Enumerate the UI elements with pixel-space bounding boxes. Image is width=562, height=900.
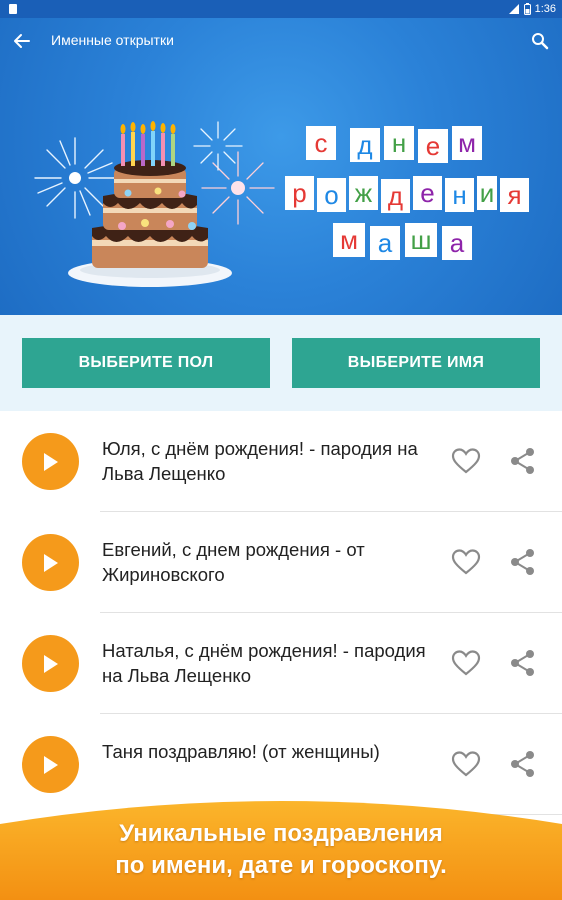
firework-right-icon (193, 121, 275, 225)
search-icon[interactable] (528, 29, 552, 53)
status-time: 1:36 (534, 3, 556, 15)
list-item[interactable]: Евгений, с днем рождения - от Жириновско… (0, 512, 562, 613)
garland-letter: н (452, 180, 466, 210)
garland-letter: е (426, 131, 440, 161)
list-item[interactable]: Наталья, с днём рождения! - пародия на Л… (0, 613, 562, 714)
status-bar: 1:36 (0, 0, 562, 18)
garland-letter: о (324, 180, 338, 210)
garland-letter: с (315, 128, 328, 158)
arrow-back-icon[interactable] (10, 29, 34, 53)
battery-icon (523, 3, 531, 15)
play-button[interactable] (22, 635, 79, 692)
garland-letter: а (378, 228, 393, 258)
garland-letter: д (357, 130, 372, 160)
garland-letter: м (340, 225, 358, 255)
share-icon[interactable] (509, 649, 537, 677)
share-icon[interactable] (509, 447, 537, 475)
play-icon (44, 453, 58, 471)
notification-icon (9, 4, 17, 14)
garland-letter: ж (355, 178, 373, 208)
garland-letter: ш (411, 225, 432, 255)
heart-icon[interactable] (451, 447, 481, 475)
garland-letter: и (480, 178, 495, 208)
play-icon (44, 756, 58, 774)
play-icon (44, 655, 58, 673)
garland-letter: м (458, 128, 476, 158)
garland-letter: р (292, 178, 306, 208)
page-title: Именные открытки (51, 32, 174, 48)
play-button[interactable] (22, 736, 79, 793)
promo-text-line1: Уникальные поздравления (119, 820, 443, 847)
status-icons: 1:36 (508, 1, 556, 17)
toolbar: Именные открытки (0, 18, 562, 64)
list-item-title: Евгений, с днем рождения - от Жириновско… (102, 539, 365, 585)
list-item-title: Наталья, с днём рождения! - пародия на Л… (102, 640, 426, 686)
list-item-title: Юля, с днём рождения! - пародия на Льва … (102, 438, 418, 484)
hero-banner: Именные открытки с д н е м р о ж д е н и… (0, 18, 562, 315)
list-item-title: Таня поздравляю! (от женщины) (102, 741, 380, 762)
promo-text-line2: по имени, дате и гороскопу. (115, 852, 447, 879)
garland-letter: я (507, 180, 521, 210)
choose-gender-button[interactable]: ВЫБЕРИТЕ ПОЛ (22, 338, 270, 388)
play-button[interactable] (22, 534, 79, 591)
filter-buttons-area: ВЫБЕРИТЕ ПОЛ ВЫБЕРИТЕ ИМЯ (0, 315, 562, 411)
garland-letter: а (450, 228, 465, 258)
greetings-list: Юля, с днём рождения! - пародия на Льва … (0, 411, 562, 815)
play-button[interactable] (22, 433, 79, 490)
promo-banner: Уникальные поздравления по имени, дате и… (0, 790, 562, 900)
garland-letter: д (388, 181, 403, 211)
greeting-garland: с д н е м р о ж д е н и я м а ш а (285, 126, 529, 260)
signal-icon (508, 4, 519, 14)
garland-letter: н (392, 128, 406, 158)
birthday-card-illustration: с д н е м р о ж д е н и я м а ш а (34, 121, 529, 287)
play-icon (44, 554, 58, 572)
share-icon[interactable] (509, 548, 537, 576)
heart-icon[interactable] (451, 649, 481, 677)
heart-icon[interactable] (451, 750, 481, 778)
garland-letter: е (420, 178, 434, 208)
heart-icon[interactable] (451, 548, 481, 576)
share-icon[interactable] (509, 750, 537, 778)
list-item[interactable]: Юля, с днём рождения! - пародия на Льва … (0, 411, 562, 512)
choose-name-button[interactable]: ВЫБЕРИТЕ ИМЯ (292, 338, 540, 388)
